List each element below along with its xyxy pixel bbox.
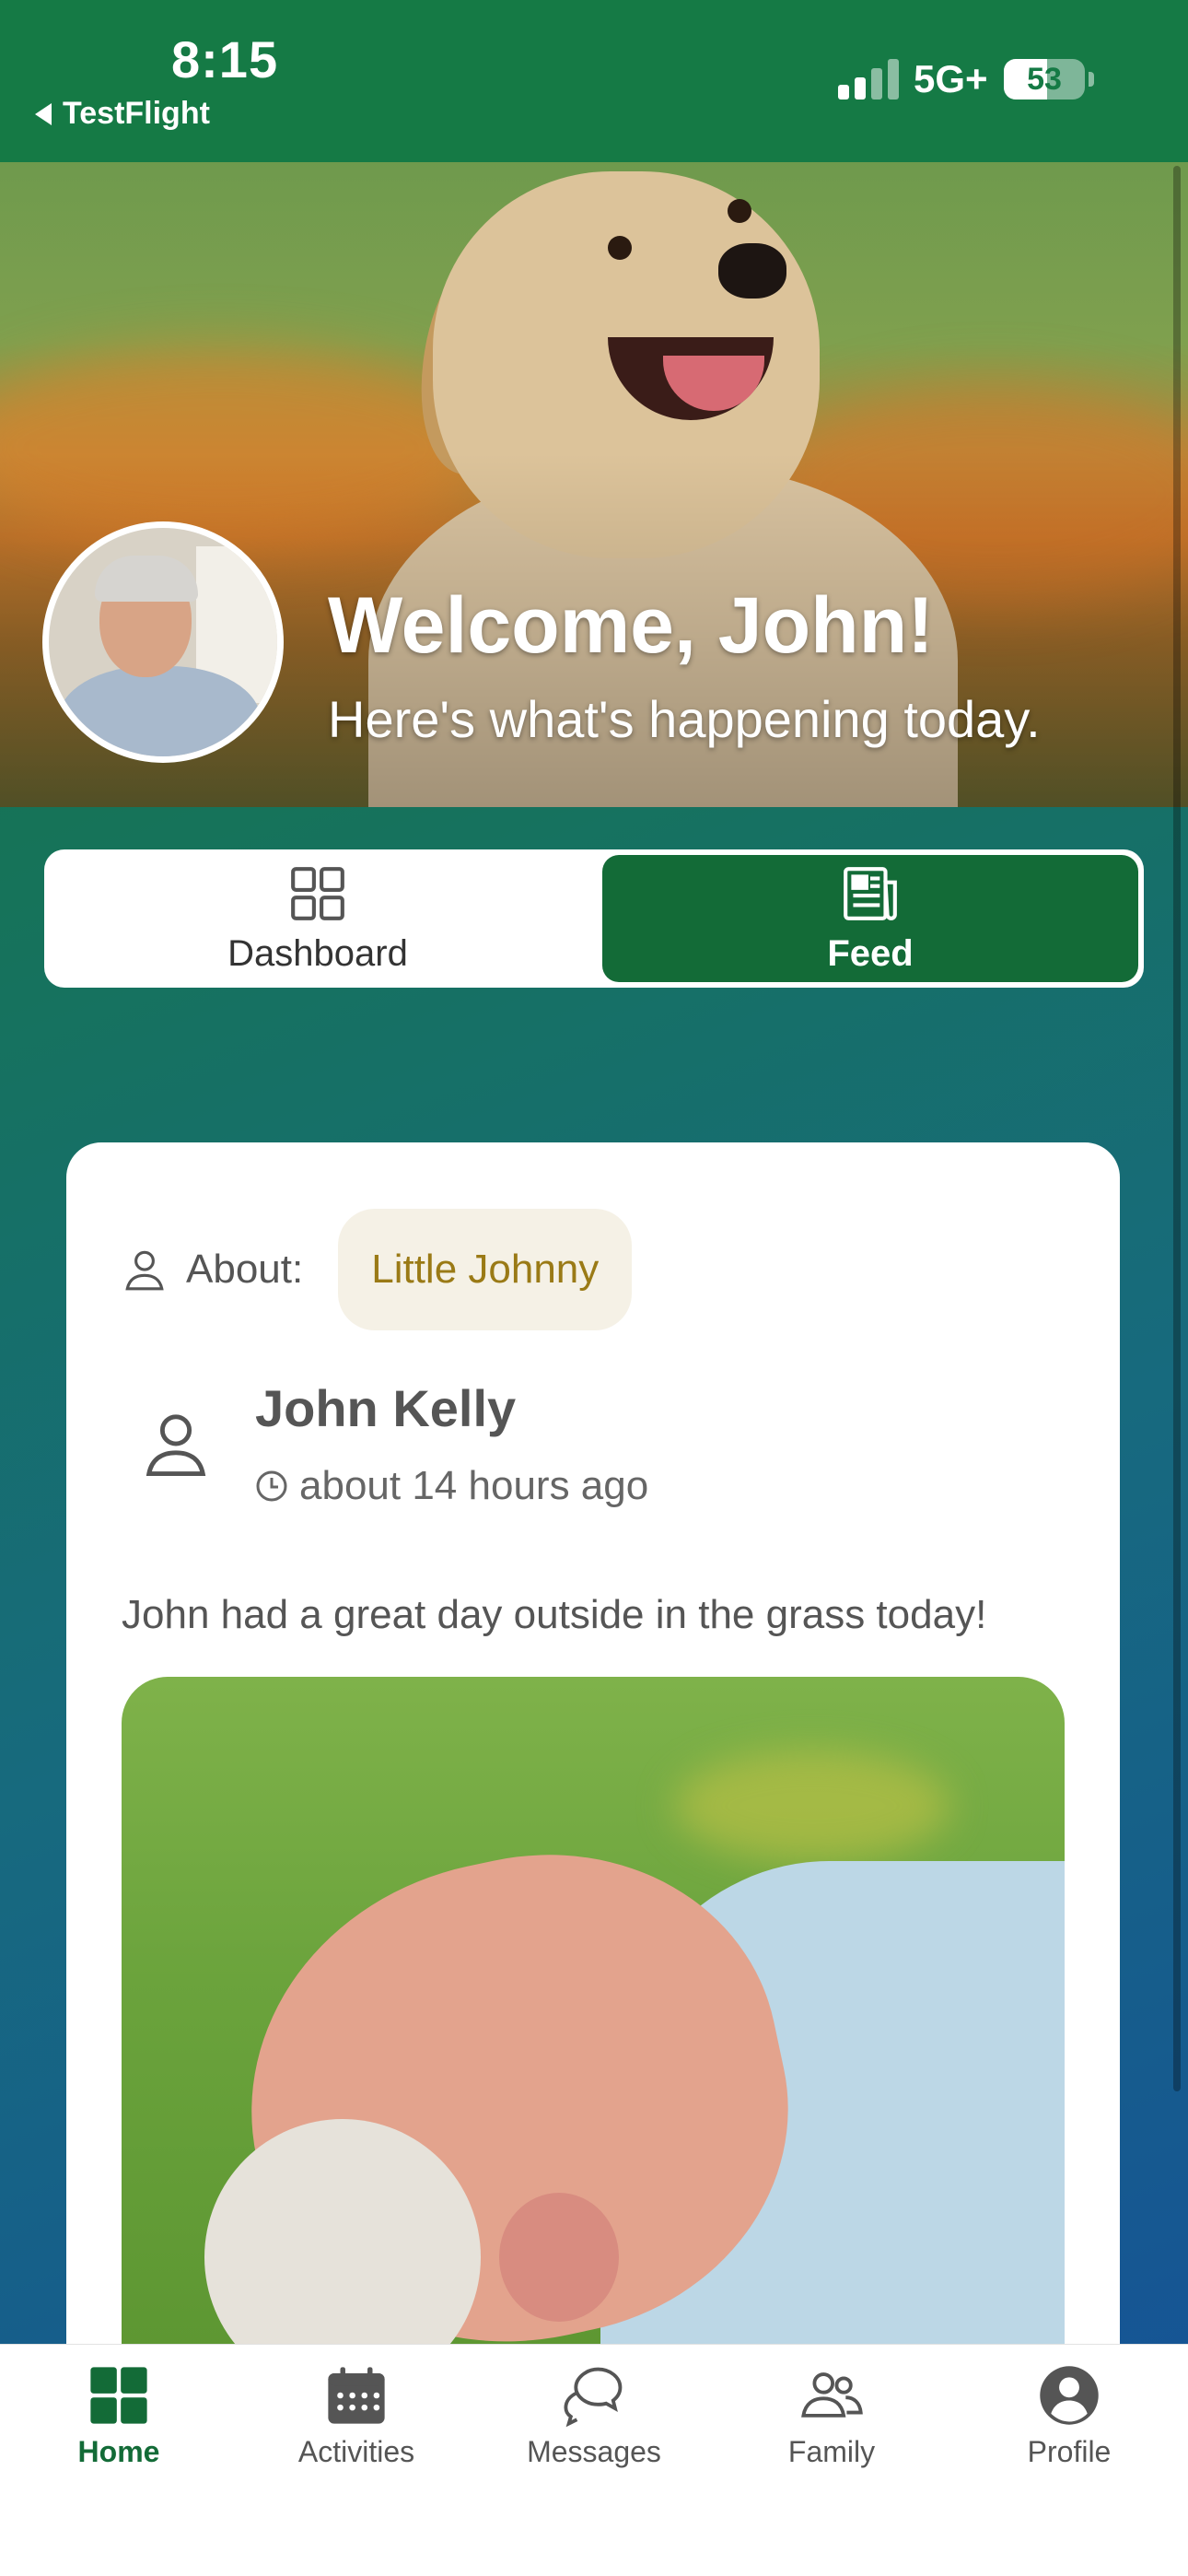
tab-messages-label: Messages <box>527 2435 661 2468</box>
chat-bubbles-icon <box>564 2367 623 2428</box>
scroll-indicator <box>1173 166 1181 2091</box>
post-author-name: John Kelly <box>255 1379 517 1437</box>
post-photo[interactable] <box>122 1677 1065 2432</box>
back-app-label: TestFlight <box>63 96 210 131</box>
back-arrow-icon <box>35 102 52 125</box>
clock-icon <box>256 1470 287 1502</box>
cellular-signal-icon <box>838 59 903 100</box>
grid-icon <box>291 866 344 920</box>
feed-post-card: About: Little Johnny John Kelly about 14… <box>66 1142 1120 2432</box>
tab-profile-label: Profile <box>1027 2435 1112 2468</box>
tab-family[interactable]: Family <box>713 2345 950 2576</box>
person-icon <box>125 1250 164 1291</box>
about-resident-chip[interactable]: Little Johnny <box>338 1209 633 1330</box>
network-type: 5G+ <box>914 57 988 100</box>
home-grid-icon <box>90 2367 147 2424</box>
back-to-testflight-link[interactable]: TestFlight <box>35 96 210 132</box>
calendar-icon <box>328 2367 385 2424</box>
post-time-ago: about 14 hours ago <box>299 1463 649 1508</box>
welcome-title: Welcome, John! <box>328 581 934 670</box>
about-label: About: <box>186 1247 304 1292</box>
post-text: John had a great day outside in the gras… <box>122 1592 987 1637</box>
post-timestamp: about 14 hours ago <box>255 1463 648 1509</box>
feed-tab-label: Feed <box>827 932 914 974</box>
welcome-subtitle: Here's what's happening today. <box>328 690 1041 748</box>
user-avatar[interactable] <box>42 521 284 763</box>
status-bar: 8:15 TestFlight 5G+ 53 <box>0 0 1188 162</box>
status-time: 8:15 <box>171 30 279 88</box>
tab-family-label: Family <box>787 2435 876 2468</box>
post-about-row: About: Little Johnny <box>122 1209 633 1330</box>
tab-home[interactable]: Home <box>0 2345 238 2576</box>
tab-profile[interactable]: Profile <box>950 2345 1188 2576</box>
tab-activities-label: Activities <box>297 2435 415 2468</box>
battery-percent: 53 <box>1027 61 1062 97</box>
user-circle-icon <box>1040 2366 1099 2425</box>
feed-tab[interactable]: Feed <box>602 855 1138 982</box>
tab-activities[interactable]: Activities <box>238 2345 475 2576</box>
author-person-icon <box>146 1414 206 1476</box>
battery-nub <box>1089 72 1094 87</box>
view-switcher: Dashboard Feed <box>44 849 1144 988</box>
people-icon <box>801 2372 863 2418</box>
battery-icon: 53 <box>1004 59 1085 100</box>
dashboard-tab-label: Dashboard <box>227 932 408 974</box>
newspaper-icon <box>844 866 897 920</box>
tab-messages[interactable]: Messages <box>475 2345 713 2576</box>
tab-home-label: Home <box>77 2435 160 2468</box>
dashboard-tab[interactable]: Dashboard <box>50 855 586 982</box>
bottom-tab-bar: Home Activities Messages Family Profile <box>0 2344 1188 2576</box>
